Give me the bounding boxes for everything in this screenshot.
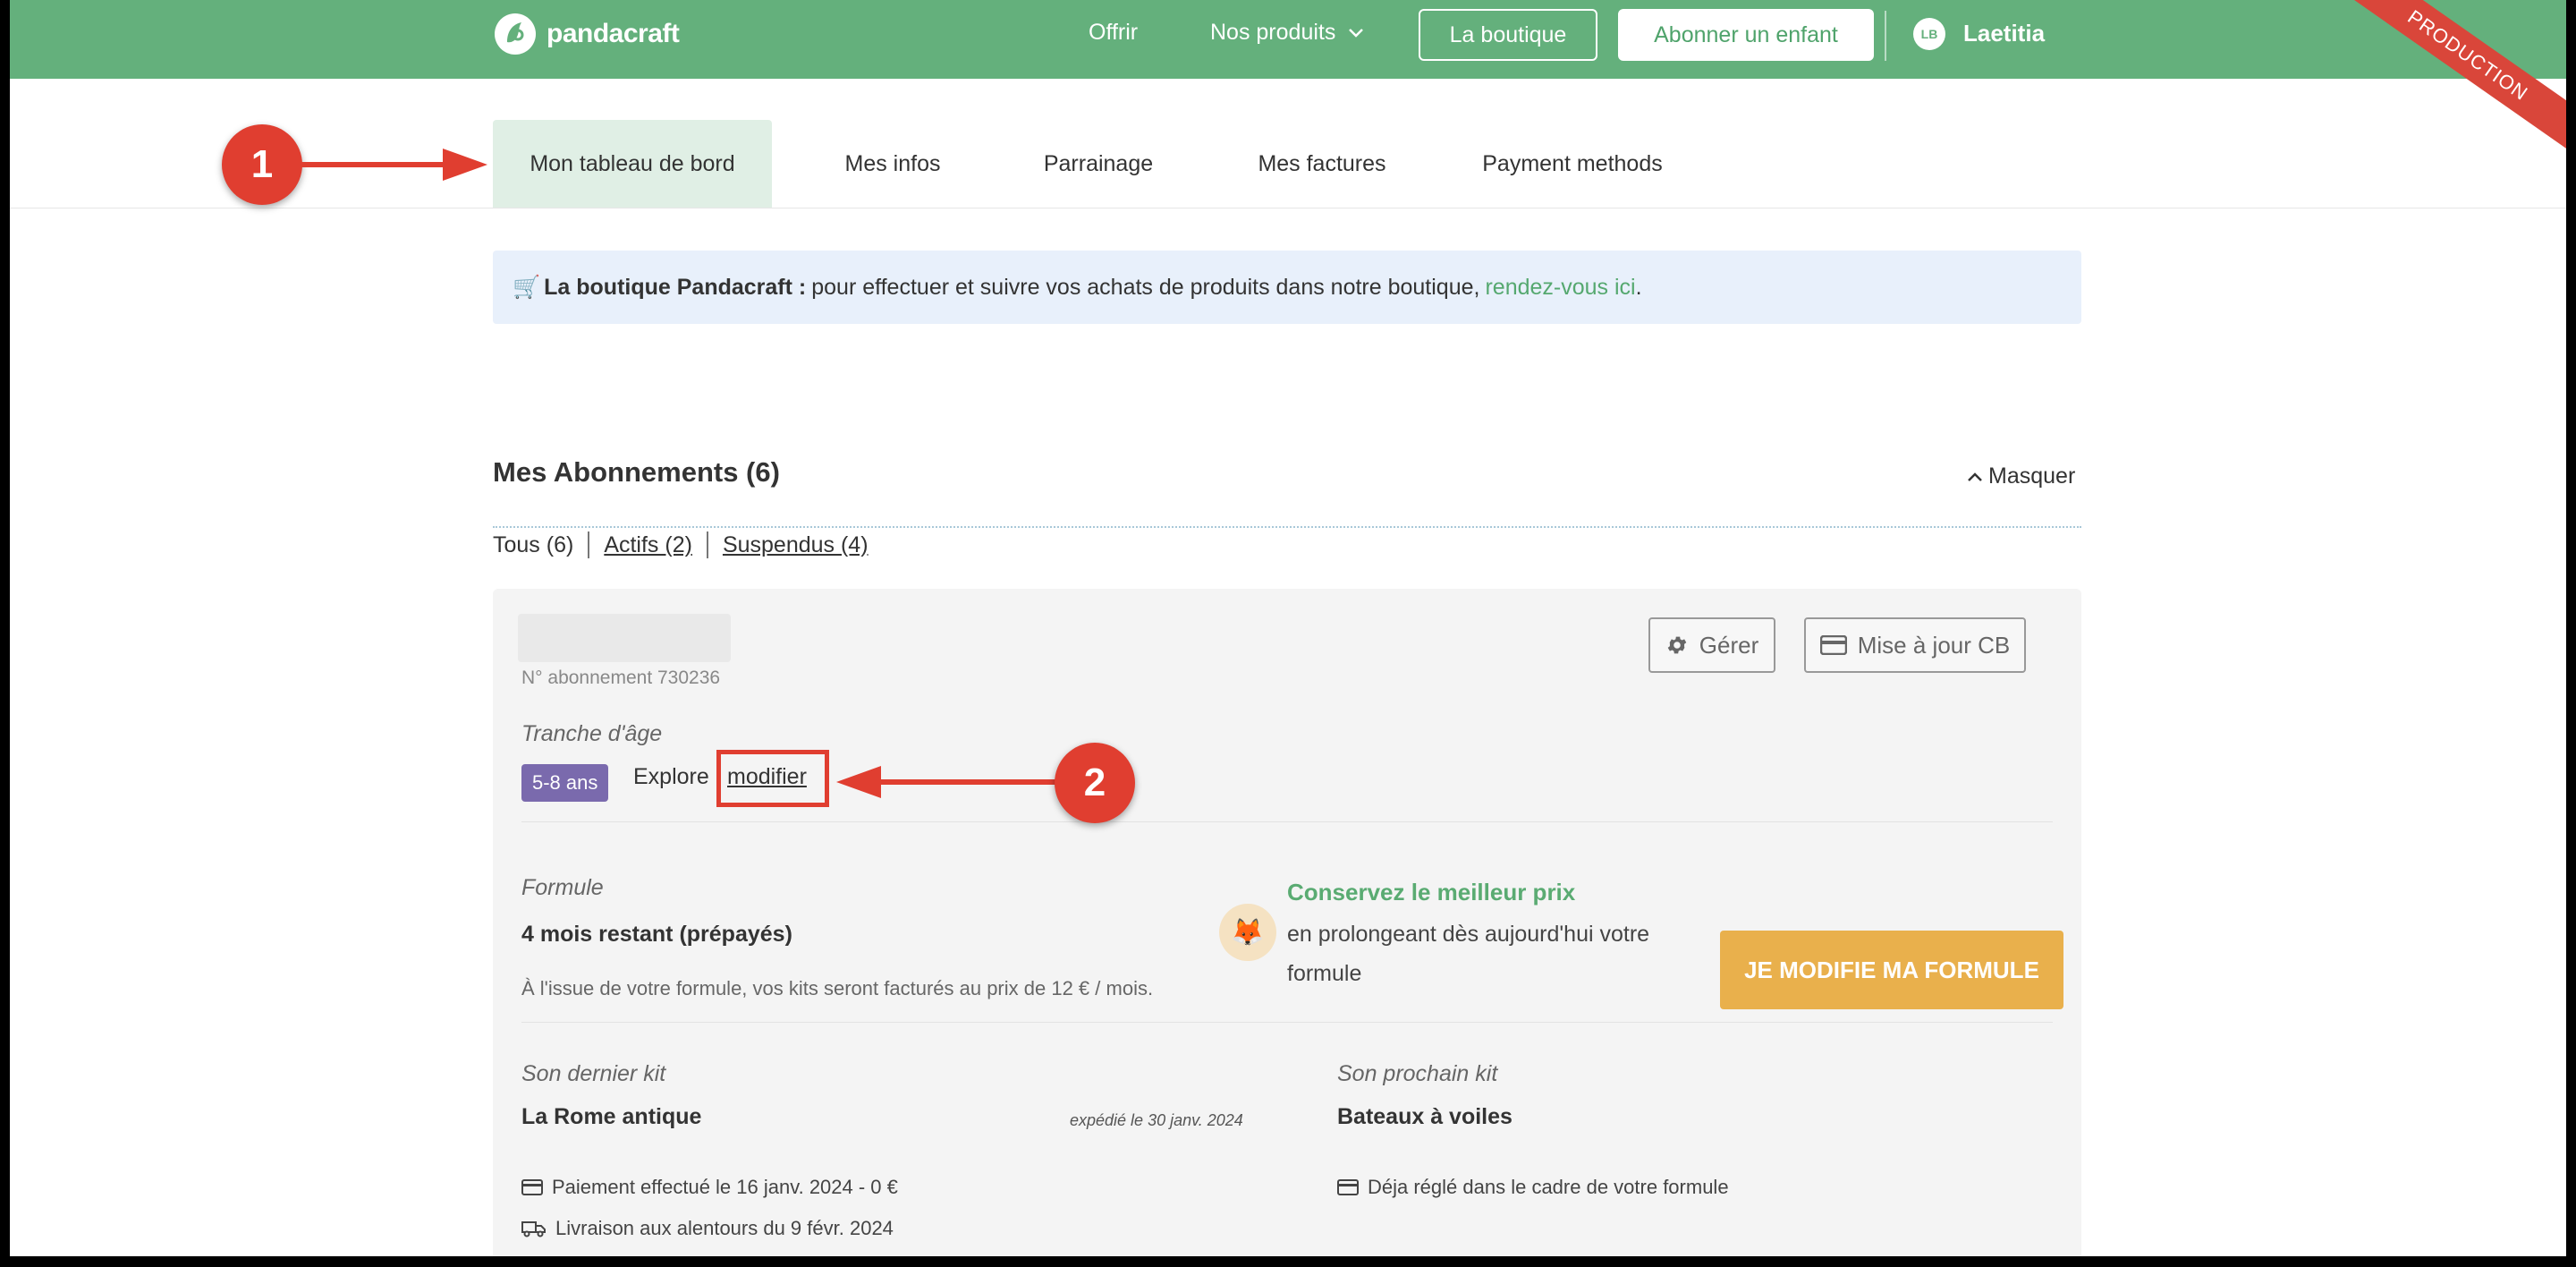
tab-mes-infos[interactable]: Mes infos bbox=[799, 120, 987, 208]
annotation-1: 1 bbox=[222, 124, 302, 205]
filter-tous[interactable]: Tous (6) bbox=[493, 531, 588, 558]
cart-icon: 🛒 bbox=[513, 274, 541, 300]
age-label: Tranche d'âge bbox=[521, 721, 663, 746]
banner-text: pour effectuer et suivre vos achats de p… bbox=[811, 274, 1480, 300]
user-name[interactable]: Laetitia bbox=[1963, 20, 2045, 47]
last-kit-label: Son dernier kit bbox=[521, 1061, 666, 1086]
account-tabs: Mon tableau de bord Mes infos Parrainage… bbox=[10, 79, 2566, 208]
last-kit-shipped: expédié le 30 janv. 2024 bbox=[1070, 1111, 1243, 1129]
delivery-text: Livraison aux alentours du 9 févr. 2024 bbox=[555, 1217, 894, 1239]
promo-text: en prolongeant dès aujourd'hui votre for… bbox=[1287, 922, 1650, 986]
filter-suspendus[interactable]: Suspendus (4) bbox=[706, 531, 883, 558]
card-separator bbox=[521, 821, 2053, 822]
la-boutique-button[interactable]: La boutique bbox=[1419, 9, 1597, 61]
card-separator bbox=[521, 1022, 2053, 1023]
filter-actifs[interactable]: Actifs (2) bbox=[588, 531, 707, 558]
banner-bold: La boutique Pandacraft : bbox=[544, 274, 807, 300]
gerer-button[interactable]: Gérer bbox=[1648, 617, 1775, 673]
tab-tableau-de-bord[interactable]: Mon tableau de bord bbox=[493, 120, 772, 208]
tab-mes-factures[interactable]: Mes factures bbox=[1219, 120, 1425, 208]
nav-nos-produits[interactable]: Nos produits bbox=[1210, 20, 1364, 46]
nav-offrir[interactable]: Offrir bbox=[1089, 20, 1138, 46]
credit-card-icon bbox=[1819, 635, 1847, 655]
credit-card-icon bbox=[1337, 1179, 1359, 1195]
rendez-vous-link[interactable]: rendez-vous ici bbox=[1485, 275, 1635, 301]
delivery-row: Livraison aux alentours du 9 févr. 2024 bbox=[521, 1217, 894, 1240]
chevron-down-icon bbox=[1349, 28, 1364, 38]
subscription-number: N° abonnement 730236 bbox=[521, 668, 721, 688]
chevron-up-icon bbox=[1968, 472, 1982, 481]
age-badge: 5-8 ans bbox=[521, 764, 609, 802]
truck-icon bbox=[521, 1221, 546, 1237]
tab-payment-methods[interactable]: Payment methods bbox=[1457, 120, 1688, 208]
nav-divider bbox=[1885, 11, 1886, 61]
payment-text: Paiement effectué le 16 janv. 2024 - 0 € bbox=[552, 1176, 898, 1198]
next-kit-value: Bateaux à voiles bbox=[1337, 1104, 1513, 1129]
boutique-info-banner: 🛒 La boutique Pandacraft : pour effectue… bbox=[493, 251, 2081, 324]
subscriptions-title: Mes Abonnements (6) bbox=[493, 456, 780, 488]
avatar[interactable]: LB bbox=[1913, 18, 1945, 50]
highlight-box bbox=[716, 750, 829, 807]
abonner-enfant-button[interactable]: Abonner un enfant bbox=[1618, 9, 1874, 61]
next-payment-row: Déja réglé dans le cadre de votre formul… bbox=[1337, 1176, 1729, 1199]
cb-label: Mise à jour CB bbox=[1857, 631, 2011, 659]
last-kit-value: La Rome antique bbox=[521, 1104, 702, 1129]
subscription-filters: Tous (6) Actifs (2) Suspendus (4) bbox=[493, 530, 883, 560]
masquer-label: Masquer bbox=[1988, 463, 2076, 489]
gerer-label: Gérer bbox=[1699, 631, 1759, 659]
modifie-formule-button[interactable]: JE MODIFIE MA FORMULE bbox=[1720, 931, 2063, 1009]
arrow-right-icon bbox=[301, 149, 487, 181]
banner-end: . bbox=[1635, 274, 1642, 300]
mise-a-jour-cb-button[interactable]: Mise à jour CB bbox=[1804, 617, 2026, 673]
tab-parrainage[interactable]: Parrainage bbox=[1004, 120, 1192, 208]
logo[interactable]: pandacraft bbox=[493, 11, 680, 57]
panda-logo-icon bbox=[495, 13, 536, 55]
next-kit-label: Son prochain kit bbox=[1337, 1061, 1498, 1086]
arrow-left-icon bbox=[836, 766, 1056, 798]
gear-icon bbox=[1667, 636, 1687, 654]
logo-text: pandacraft bbox=[547, 19, 680, 48]
credit-card-icon bbox=[521, 1179, 543, 1195]
promo-title: Conservez le meilleur prix bbox=[1287, 879, 1576, 906]
formule-label: Formule bbox=[521, 875, 604, 900]
fox-mascot-icon: 🦊 bbox=[1219, 904, 1276, 961]
top-nav: pandacraft Offrir Nos produits La boutiq… bbox=[10, 0, 2566, 161]
formule-value: 4 mois restant (prépayés) bbox=[521, 922, 792, 947]
child-name-placeholder bbox=[518, 614, 731, 662]
payment-row: Paiement effectué le 16 janv. 2024 - 0 € bbox=[521, 1176, 898, 1199]
age-value: Explore bbox=[633, 764, 709, 789]
masquer-toggle[interactable]: Masquer bbox=[1967, 463, 2075, 489]
annotation-2: 2 bbox=[1055, 743, 1135, 823]
formule-note: À l'issue de votre formule, vos kits ser… bbox=[521, 977, 1154, 999]
subscription-card: N° abonnement 730236 Gérer Mise à jour C… bbox=[493, 589, 2081, 1256]
nav-nos-produits-label: Nos produits bbox=[1210, 20, 1336, 45]
next-payment-text: Déja réglé dans le cadre de votre formul… bbox=[1368, 1176, 1729, 1198]
browser-frame: pandacraft Offrir Nos produits La boutiq… bbox=[10, 0, 2566, 1256]
section-divider bbox=[493, 526, 2081, 528]
